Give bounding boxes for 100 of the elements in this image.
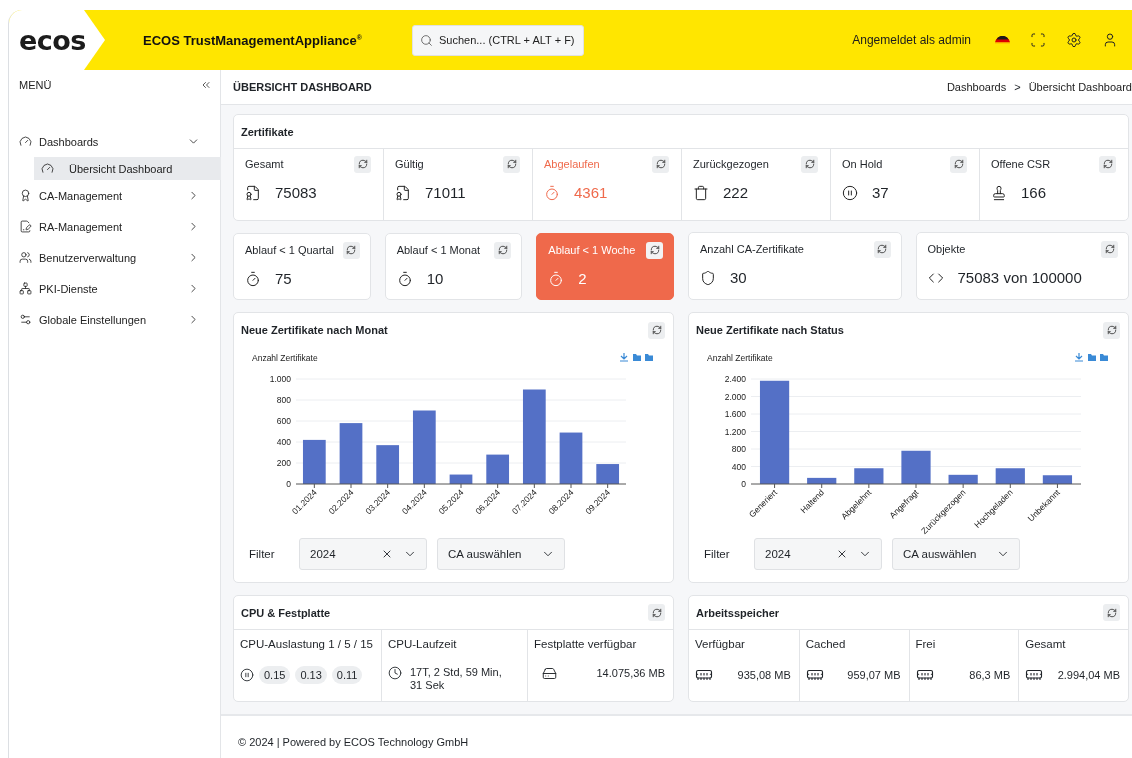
breadcrumb-separator: >	[1014, 81, 1021, 93]
card-title: Arbeitsspeicher	[696, 606, 780, 619]
stat-label: Zurückgezogen	[693, 158, 769, 170]
stat-value: 166	[1021, 184, 1047, 201]
axis-label: 0	[741, 479, 746, 489]
ca-select[interactable]: CA auswählen	[892, 538, 1020, 570]
refresh-icon	[649, 245, 660, 255]
card-title: CPU & Festplatte	[241, 606, 331, 619]
gauge-icon	[19, 135, 32, 148]
gauge-icon	[41, 162, 54, 175]
ca-select[interactable]: CA auswählen	[437, 538, 565, 570]
refresh-icon	[1106, 325, 1117, 335]
stat-label: Offene CSR	[991, 158, 1051, 170]
refresh-icon	[877, 244, 887, 254]
app-title: ECOS TrustManagementAppliance$^{®}$	[143, 32, 362, 48]
download-icon[interactable]	[1074, 352, 1084, 362]
refresh-icon	[506, 159, 517, 169]
collapse-icon	[200, 79, 212, 91]
refresh-icon	[953, 159, 964, 169]
menu-heading: MENÜ	[19, 79, 52, 91]
stat-value: 222	[723, 184, 749, 201]
refresh-button[interactable]	[503, 155, 520, 173]
settings-button[interactable]	[1066, 32, 1082, 48]
axis-label: 1.200	[724, 426, 746, 437]
refresh-icon	[497, 245, 508, 255]
info-label: Festplatte verfügbar	[534, 638, 638, 652]
download-icon[interactable]	[619, 352, 629, 362]
refresh-button[interactable]	[648, 604, 665, 621]
trash-icon	[693, 184, 709, 201]
sidebar-item[interactable]: Globale Einstellungen	[19, 304, 212, 335]
sidebar-item[interactable]: PKI-Dienste	[19, 273, 212, 304]
card-title: Neue Zertifikate nach Status	[696, 324, 844, 336]
breadcrumb-link[interactable]: Übersicht Dashboard	[1028, 81, 1132, 93]
refresh-button[interactable]	[1101, 240, 1118, 258]
info-label: Cached	[805, 638, 847, 652]
refresh-icon	[357, 159, 368, 169]
refresh-icon	[1102, 159, 1113, 169]
clock-icon	[388, 666, 402, 680]
refresh-button[interactable]	[648, 321, 665, 339]
clear-icon[interactable]	[836, 548, 848, 560]
stat-value: 10	[426, 270, 444, 287]
refresh-button[interactable]	[873, 240, 891, 258]
year-select[interactable]: 2024	[754, 538, 882, 570]
axis-label: 200	[276, 458, 291, 468]
timer-icon	[396, 270, 413, 287]
refresh-button[interactable]	[1099, 155, 1116, 173]
language-button[interactable]	[995, 36, 1010, 44]
sidebar-item[interactable]: Benutzerverwaltung	[19, 242, 212, 273]
stat-label: Abgelaufen	[544, 158, 600, 170]
stat-value: 75083 von 100000	[957, 269, 1082, 286]
refresh-button[interactable]	[646, 241, 663, 259]
refresh-icon	[804, 159, 815, 169]
refresh-icon	[651, 607, 662, 618]
info-value: 14.075,36 MB	[596, 667, 665, 680]
stat-value: 75	[275, 270, 292, 287]
refresh-button[interactable]	[1103, 604, 1120, 621]
refresh-button[interactable]	[342, 241, 360, 259]
settings-icon	[19, 313, 32, 326]
fullscreen-button[interactable]	[1030, 32, 1046, 48]
sidebar-item[interactable]: CA-Management	[19, 180, 212, 211]
clear-icon[interactable]	[381, 548, 393, 560]
refresh-icon	[651, 325, 662, 335]
refresh-button[interactable]	[950, 155, 967, 173]
filter-label: Filter	[704, 548, 731, 560]
user-button[interactable]	[1102, 32, 1118, 48]
sidebar-item[interactable]: Dashboards	[19, 126, 212, 157]
pause-icon	[240, 668, 254, 682]
sidebar-subitem[interactable]: Übersicht Dashboard	[34, 157, 222, 180]
axis-label: 400	[731, 461, 746, 472]
load-value: 0.13	[295, 666, 327, 684]
timer-icon	[245, 270, 261, 287]
stat-label: Ablauf < 1 Monat	[396, 244, 481, 256]
timer-icon	[548, 270, 565, 287]
award-icon	[19, 189, 32, 202]
sidebar-item[interactable]: RA-Management	[19, 211, 212, 242]
axis-label: 2.400	[724, 374, 746, 384]
card-title: Zertifikate	[241, 125, 294, 138]
info-value: 935,08 MB	[737, 668, 791, 682]
refresh-button[interactable]	[652, 155, 669, 173]
info-label: Gesamt	[1025, 638, 1067, 652]
year-select[interactable]: 2024	[299, 538, 427, 570]
load-value: 0.15	[259, 666, 291, 684]
info-label: CPU-Auslastung 1 / 5 / 15	[240, 638, 373, 652]
user-label: Angemeldet als admin	[852, 33, 971, 47]
stat-value: 30	[730, 269, 747, 286]
certificate-icon	[395, 184, 411, 201]
footer-text: © 2024 | Powered by ECOS Technology GmbH	[238, 736, 469, 748]
search-field[interactable]: Suchen... (CTRL + ALT + F)	[412, 24, 584, 56]
refresh-button[interactable]	[354, 155, 371, 173]
breadcrumb-link[interactable]: Dashboards	[946, 81, 1007, 93]
stat-label: On Hold	[842, 158, 883, 170]
signature-icon	[19, 220, 32, 233]
stat-value: 71011	[425, 184, 466, 201]
refresh-button[interactable]	[1103, 321, 1120, 339]
collapse-button[interactable]	[200, 79, 212, 91]
stat-value: 4361	[574, 184, 608, 201]
axis-label: 600	[276, 416, 291, 426]
refresh-button[interactable]	[494, 241, 512, 259]
refresh-button[interactable]	[801, 155, 818, 173]
info-value: 959,07 MB	[847, 668, 901, 682]
